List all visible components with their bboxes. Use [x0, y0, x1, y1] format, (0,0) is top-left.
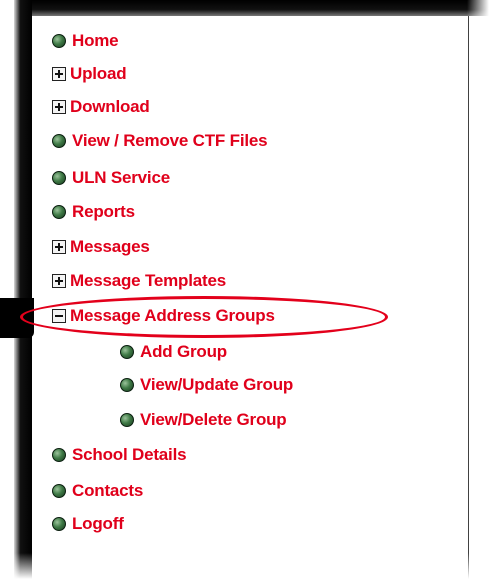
menu-item-label: School Details — [72, 445, 187, 464]
bullet-icon — [120, 413, 134, 427]
menu-item-label: Upload — [70, 64, 127, 83]
highlight-ellipse-annotation — [20, 296, 388, 338]
menu-item-contacts[interactable]: Contacts — [52, 481, 143, 501]
menu-item-label: Add Group — [140, 342, 227, 361]
bullet-icon — [120, 345, 134, 359]
bullet-icon — [52, 134, 66, 148]
bullet-icon — [52, 484, 66, 498]
menu-item-label: Logoff — [72, 514, 124, 533]
menu-item-label: Messages — [70, 237, 150, 256]
menu-item-upload[interactable]: Upload — [52, 64, 127, 84]
menu-item-school-details[interactable]: School Details — [52, 445, 187, 465]
menu-item-logoff[interactable]: Logoff — [52, 514, 124, 534]
bullet-icon — [52, 448, 66, 462]
bullet-icon — [52, 205, 66, 219]
menu-item-label: View / Remove CTF Files — [72, 131, 268, 150]
menu-item-label: Contacts — [72, 481, 144, 500]
expand-icon[interactable] — [52, 274, 66, 288]
expand-icon[interactable] — [52, 100, 66, 114]
bullet-icon — [52, 171, 66, 185]
menu-item-label: Home — [72, 31, 119, 50]
menu-item-download[interactable]: Download — [52, 97, 150, 117]
bullet-icon — [120, 378, 134, 392]
menu-item-label: Download — [70, 97, 150, 116]
panel-bottom-fade — [0, 553, 489, 579]
bullet-icon — [52, 34, 66, 48]
menu-item-view-remove-ctf-files[interactable]: View / Remove CTF Files — [52, 131, 268, 151]
panel-left-border — [14, 0, 32, 579]
menu-item-label: Reports — [72, 202, 135, 221]
submenu-item-view-delete-group[interactable]: View/Delete Group — [120, 410, 287, 430]
panel-top-border — [14, 0, 489, 16]
menu-item-message-templates[interactable]: Message Templates — [52, 271, 226, 291]
expand-icon[interactable] — [52, 240, 66, 254]
menu-item-home[interactable]: Home — [52, 31, 119, 51]
menu-item-label: View/Update Group — [140, 375, 294, 394]
submenu-item-view-update-group[interactable]: View/Update Group — [120, 375, 293, 395]
menu-item-uln-service[interactable]: ULN Service — [52, 168, 170, 188]
submenu-item-add-group[interactable]: Add Group — [120, 342, 227, 362]
menu-item-reports[interactable]: Reports — [52, 202, 135, 222]
menu-item-messages[interactable]: Messages — [52, 237, 150, 257]
menu-item-label: Message Templates — [70, 271, 226, 290]
menu-panel: Home Upload Download View / Remove CTF F… — [0, 0, 489, 579]
bullet-icon — [52, 517, 66, 531]
menu-item-label: View/Delete Group — [140, 410, 287, 429]
menu-item-label: ULN Service — [72, 168, 170, 187]
panel-edge-fade — [467, 0, 489, 579]
expand-icon[interactable] — [52, 67, 66, 81]
